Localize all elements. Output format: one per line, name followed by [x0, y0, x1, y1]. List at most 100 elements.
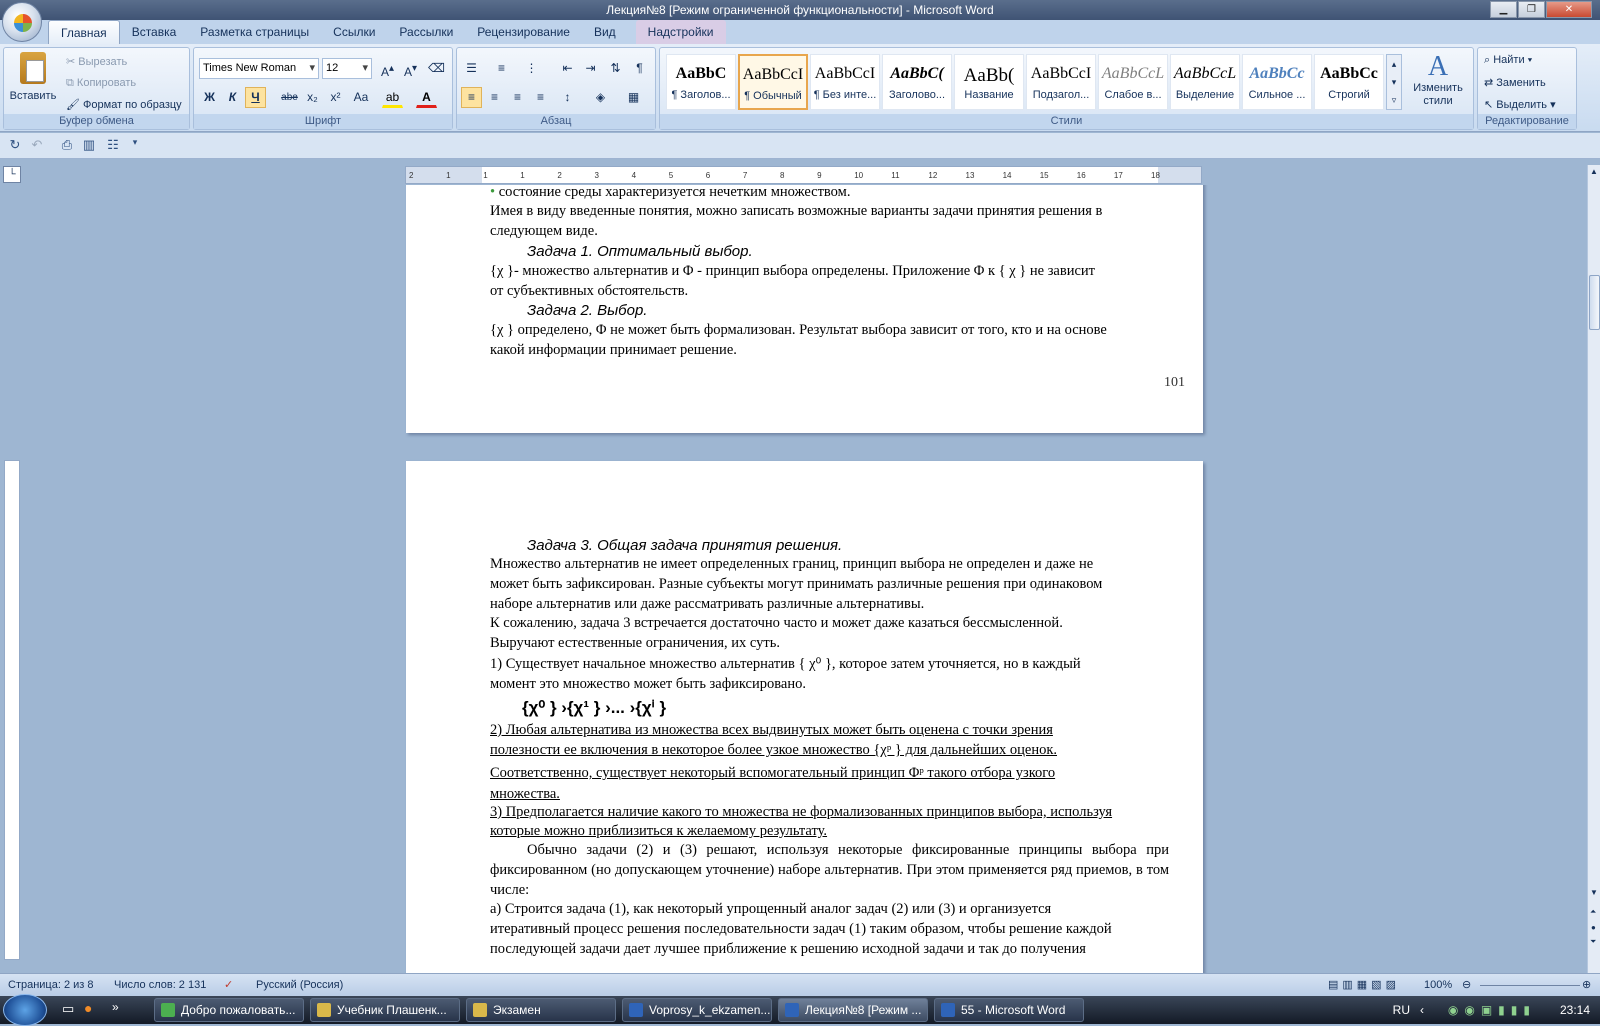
taskbar-item-active[interactable]: Лекция№8 [Режим ... — [778, 998, 928, 1022]
italic-button[interactable]: К — [222, 87, 243, 108]
style-strong[interactable]: AaBbCc Строгий — [1314, 54, 1384, 110]
redo-icon[interactable]: ↻ — [6, 137, 24, 155]
desktop-icon[interactable]: ▭ — [62, 1001, 74, 1017]
word-count[interactable]: Число слов: 2 131 — [114, 974, 206, 996]
tab-home[interactable]: Главная — [48, 20, 120, 44]
minimize-button[interactable]: ▁ — [1490, 1, 1517, 18]
zoom-in-icon[interactable]: ⊕ — [1582, 974, 1591, 996]
language-status[interactable]: Русский (Россия) — [256, 974, 343, 996]
style-heading1[interactable]: AaBbC ¶ Заголов... — [666, 54, 736, 110]
font-size-combo[interactable]: 12 — [322, 58, 372, 79]
taskbar-item[interactable]: Добро пожаловать... — [154, 998, 304, 1022]
horizontal-ruler[interactable]: 2 1 1 1 2 3 4 5 6 7 8 9 10 11 12 13 14 15 16 17 18 — [405, 166, 1202, 184]
copy-button[interactable]: ⧉ Копировать — [66, 77, 136, 90]
tab-addins[interactable]: Надстройки — [635, 20, 726, 44]
tab-selector[interactable]: └ — [3, 166, 21, 183]
zoom-out-icon[interactable]: ⊖ — [1462, 974, 1471, 996]
close-button[interactable]: ✕ — [1546, 1, 1592, 18]
vertical-scrollbar[interactable]: ▲ ▼ ⏶ ● ⏷ — [1587, 165, 1600, 973]
tray-expand-icon[interactable]: ‹ — [1420, 996, 1424, 1024]
justify-icon[interactable]: ≡ — [530, 87, 551, 108]
borders-icon[interactable]: ▦ — [623, 87, 644, 108]
office-button[interactable] — [2, 2, 42, 42]
next-page-icon[interactable]: ⏷ — [1590, 937, 1596, 947]
sort-icon[interactable]: ⇅ — [605, 58, 626, 79]
style-normal[interactable]: AaBbCcI ¶ Обычный — [738, 54, 808, 110]
cut-button[interactable]: ✂ Вырезать — [66, 55, 127, 68]
align-left-icon[interactable]: ≡ — [461, 87, 482, 108]
strikethrough-button[interactable]: abe — [279, 87, 300, 108]
tab-insert[interactable]: Вставка — [120, 20, 189, 44]
start-button[interactable] — [3, 994, 47, 1026]
undo-icon[interactable]: ↶ — [28, 137, 46, 155]
tab-view[interactable]: Вид — [582, 20, 628, 44]
tab-review[interactable]: Рецензирование — [465, 20, 582, 44]
list-icon[interactable]: ☷ — [104, 137, 122, 155]
paste-button[interactable]: Вставить — [8, 52, 58, 102]
language-indicator[interactable]: RU — [1393, 996, 1410, 1024]
font-name-combo[interactable]: Times New Roman — [199, 58, 319, 79]
multilevel-list-icon[interactable]: ⋮ — [521, 58, 542, 79]
prev-page-icon[interactable]: ⏶ — [1590, 907, 1596, 917]
scrollbar-thumb[interactable] — [1589, 275, 1600, 330]
customize-dropdown-icon[interactable]: ▾ — [126, 137, 144, 155]
clock[interactable]: 23:14 — [1560, 996, 1590, 1024]
tab-mailings[interactable]: Рассылки — [387, 20, 465, 44]
quicklaunch-more-icon[interactable]: » — [112, 1000, 119, 1014]
style-heading2[interactable]: AaBbC(Заголово... — [882, 54, 952, 110]
line-spacing-icon[interactable]: ↕ — [557, 87, 578, 108]
style-intense-emphasis[interactable]: AaBbCc Сильное ... — [1242, 54, 1312, 110]
decrease-indent-icon[interactable]: ⇤ — [557, 58, 578, 79]
tab-page-layout[interactable]: Разметка страницы — [188, 20, 321, 44]
print-icon[interactable]: ⎙ — [58, 137, 76, 155]
view-buttons-icon[interactable]: ▤▥▦▧▨ — [1328, 974, 1400, 996]
style-subtitle[interactable]: AaBbCcI Подзагол... — [1026, 54, 1096, 110]
tab-references[interactable]: Ссылки — [321, 20, 387, 44]
taskbar-item[interactable]: 55 - Microsoft Word — [934, 998, 1084, 1022]
numbering-icon[interactable]: ≡ — [491, 58, 512, 79]
vertical-ruler[interactable] — [4, 460, 20, 960]
taskbar-item[interactable]: Экзамен — [466, 998, 616, 1022]
find-button[interactable]: ⌕ Найти ▾ — [1484, 54, 1532, 67]
style-emphasis[interactable]: AaBbCcL Выделение — [1170, 54, 1240, 110]
replace-label: Заменить — [1496, 77, 1546, 89]
bullets-icon[interactable]: ☰ — [461, 58, 482, 79]
highlight-icon[interactable]: ab — [382, 87, 403, 108]
style-subtle-emphasis[interactable]: AaBbCcL Слабое в... — [1098, 54, 1168, 110]
select-button[interactable]: ↖ Выделить ▾ — [1484, 98, 1556, 111]
scroll-down-icon[interactable]: ▼ — [1590, 888, 1598, 897]
change-styles-button[interactable]: A Изменить стили — [1408, 52, 1468, 108]
tray-icons[interactable]: ◉◉▣▮▮▮ — [1448, 996, 1536, 1024]
change-case-button[interactable]: Aa — [348, 87, 374, 108]
firefox-icon[interactable]: ● — [84, 1000, 92, 1016]
style-no-spacing[interactable]: AaBbCcI ¶ Без инте... — [810, 54, 880, 110]
scroll-up-icon[interactable]: ▲ — [1590, 167, 1598, 176]
shrink-font-button[interactable]: A▾ — [400, 58, 421, 79]
bold-button[interactable]: Ж — [199, 87, 220, 108]
zoom-level[interactable]: 100% — [1424, 974, 1452, 996]
style-title[interactable]: AaBb(Название — [954, 54, 1024, 110]
browse-object-icon[interactable]: ● — [1591, 923, 1596, 932]
underline-button[interactable]: Ч — [245, 87, 266, 108]
zoom-slider[interactable] — [1480, 985, 1580, 986]
increase-indent-icon[interactable]: ⇥ — [580, 58, 601, 79]
restore-button[interactable]: ❐ — [1518, 1, 1545, 18]
page-status[interactable]: Страница: 2 из 8 — [8, 974, 94, 996]
format-painter-button[interactable]: 🖌 Формат по образцу — [66, 98, 182, 111]
chart-icon[interactable]: ▥ — [80, 137, 98, 155]
shading-icon[interactable]: ◈ — [590, 87, 611, 108]
clear-format-icon[interactable]: ⌫ — [426, 58, 447, 79]
subscript-button[interactable]: x₂ — [302, 87, 323, 108]
taskbar-item[interactable]: Учебник Плашенк... — [310, 998, 460, 1022]
styles-scroll-icon[interactable]: ▴ ▾ ▿ — [1386, 54, 1402, 110]
align-right-icon[interactable]: ≡ — [507, 87, 528, 108]
font-color-icon[interactable]: A — [416, 87, 437, 108]
replace-button[interactable]: ⇄ Заменить — [1484, 76, 1546, 89]
superscript-button[interactable]: x² — [325, 87, 346, 108]
show-marks-icon[interactable]: ¶ — [629, 58, 650, 79]
taskbar-item[interactable]: Voprosy_k_ekzamen... — [622, 998, 772, 1022]
grow-font-button[interactable]: A▴ — [377, 58, 398, 79]
copy-icon: ⧉ — [66, 77, 77, 89]
align-center-icon[interactable]: ≡ — [484, 87, 505, 108]
spelling-check-icon[interactable]: ✓ — [224, 974, 233, 996]
